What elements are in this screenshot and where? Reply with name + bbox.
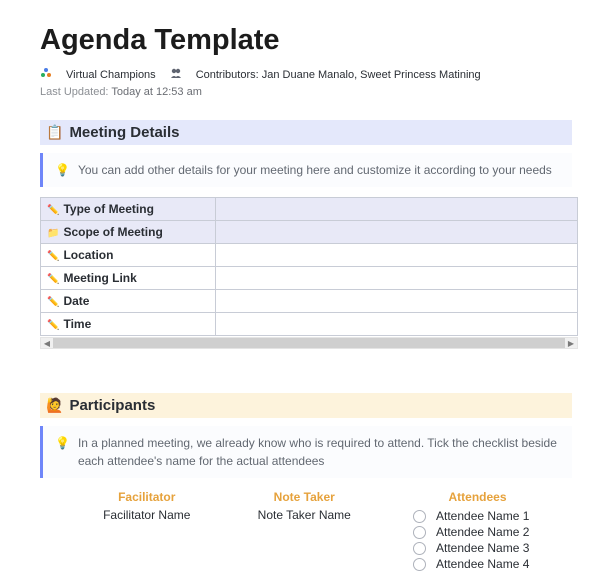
field-label: ✏️ Meeting Link [41, 267, 216, 290]
facilitator-column: Facilitator Facilitator Name [68, 490, 226, 572]
list-item: Attendee Name 1 [413, 508, 572, 524]
pencil-icon: ✏️ [47, 274, 59, 285]
field-label: ✏️ Time [41, 313, 216, 336]
pencil-icon: ✏️ [47, 251, 59, 262]
attendee-checkbox[interactable] [413, 558, 426, 571]
field-label-text: Type of Meeting [63, 202, 153, 216]
note-taker-header: Note Taker [226, 490, 384, 504]
bulb-icon: 💡 [55, 161, 70, 179]
last-updated: Last Updated: Today at 12:53 am [40, 86, 572, 98]
attendee-name[interactable]: Attendee Name 3 [436, 541, 529, 555]
attendees-column: Attendees Attendee Name 1 Attendee Name 2… [383, 490, 572, 572]
field-label: 📁 Scope of Meeting [41, 221, 216, 244]
folder-icon: 📁 [47, 228, 59, 239]
pencil-icon: ✏️ [47, 205, 59, 216]
attendee-checkbox[interactable] [413, 510, 426, 523]
section-participants-header: 🙋 Participants [40, 393, 572, 418]
attendees-list: Attendee Name 1 Attendee Name 2 Attendee N… [383, 508, 572, 572]
attendees-header: Attendees [383, 490, 572, 504]
participants-callout-text: In a planned meeting, we already know wh… [78, 434, 562, 470]
note-taker-name[interactable]: Note Taker Name [226, 508, 384, 522]
attendee-checkbox[interactable] [413, 526, 426, 539]
raised-hand-icon: 🙋 [46, 397, 63, 414]
pencil-icon: ✏️ [47, 320, 59, 331]
table-row: ✏️ Time [41, 313, 578, 336]
list-item: Attendee Name 4 [413, 556, 572, 572]
table-row: ✏️ Date [41, 290, 578, 313]
horizontal-scrollbar[interactable]: ◀ ▶ [40, 337, 578, 349]
field-label-text: Location [63, 248, 113, 262]
meeting-details-heading: Meeting Details [69, 124, 179, 141]
last-updated-value: Today at 12:53 am [111, 86, 202, 98]
field-value[interactable] [216, 290, 578, 313]
field-label: ✏️ Location [41, 244, 216, 267]
meeting-details-table: ✏️ Type of Meeting 📁 Scope of Meeting ✏️ Loca… [40, 197, 578, 336]
attendee-checkbox[interactable] [413, 542, 426, 555]
attendee-name[interactable]: Attendee Name 1 [436, 509, 529, 523]
table-row: ✏️ Type of Meeting [41, 198, 578, 221]
section-meeting-details-header: 📋 Meeting Details [40, 120, 572, 145]
field-value[interactable] [216, 267, 578, 290]
participants-grid: Facilitator Facilitator Name Note Taker … [40, 490, 572, 572]
field-value[interactable] [216, 313, 578, 336]
field-label-text: Scope of Meeting [63, 225, 162, 239]
table-row: 📁 Scope of Meeting [41, 221, 578, 244]
pencil-icon: ✏️ [47, 297, 59, 308]
meeting-details-callout-text: You can add other details for your meeti… [78, 161, 552, 179]
contributors-icon [170, 67, 182, 82]
scrollbar-thumb[interactable] [53, 338, 565, 348]
clipboard-icon: 📋 [46, 124, 63, 141]
table-row: ✏️ Location [41, 244, 578, 267]
contributors-list[interactable]: Jan Duane Manalo, Sweet Princess Matinin… [262, 69, 481, 81]
attendee-name[interactable]: Attendee Name 2 [436, 525, 529, 539]
field-label-text: Meeting Link [63, 271, 136, 285]
list-item: Attendee Name 2 [413, 524, 572, 540]
field-label: ✏️ Date [41, 290, 216, 313]
scroll-left-arrow[interactable]: ◀ [41, 338, 53, 348]
meeting-details-callout: 💡 You can add other details for your mee… [40, 153, 572, 187]
field-label: ✏️ Type of Meeting [41, 198, 216, 221]
participants-callout: 💡 In a planned meeting, we already know … [40, 426, 572, 478]
list-item: Attendee Name 3 [413, 540, 572, 556]
facilitator-header: Facilitator [68, 490, 226, 504]
field-label-text: Date [63, 294, 89, 308]
field-value[interactable] [216, 221, 578, 244]
note-taker-column: Note Taker Note Taker Name [226, 490, 384, 572]
contributors-label: Contributors: Jan Duane Manalo, Sweet Pr… [196, 69, 481, 81]
space-name[interactable]: Virtual Champions [66, 69, 156, 81]
bulb-icon: 💡 [55, 434, 70, 470]
attendee-name[interactable]: Attendee Name 4 [436, 557, 529, 571]
participants-heading: Participants [69, 397, 155, 414]
field-value[interactable] [216, 198, 578, 221]
page-title: Agenda Template [40, 24, 572, 57]
space-icon [40, 67, 52, 82]
field-value[interactable] [216, 244, 578, 267]
facilitator-name[interactable]: Facilitator Name [68, 508, 226, 522]
table-row: ✏️ Meeting Link [41, 267, 578, 290]
field-label-text: Time [63, 317, 91, 331]
scroll-right-arrow[interactable]: ▶ [565, 338, 577, 348]
doc-meta-row: Virtual Champions Contributors: Jan Duan… [40, 67, 572, 82]
